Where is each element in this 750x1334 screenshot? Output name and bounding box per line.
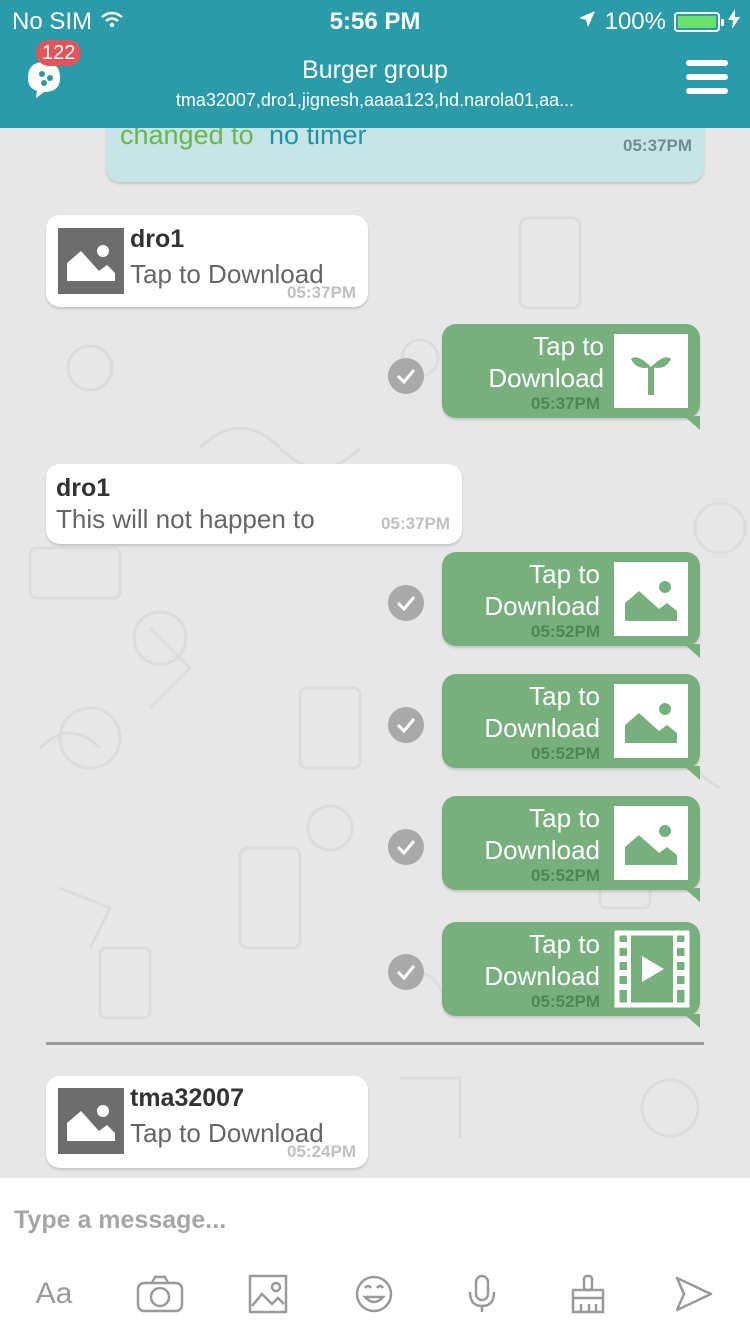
image-icon: [614, 684, 688, 758]
system-message: changed to no timer 05:37PM: [106, 128, 704, 182]
delivered-check-icon: [388, 585, 424, 621]
bubble-tail: [684, 766, 700, 780]
tap-to-label: Tap to: [533, 331, 604, 361]
message-input[interactable]: [14, 1200, 714, 1240]
image-icon: [614, 806, 688, 880]
sprout-icon: [614, 334, 688, 408]
image-placeholder-icon: [58, 1088, 124, 1154]
incoming-text-message[interactable]: dro1 This will not happen to 05:37PM: [46, 464, 462, 544]
message-time: 05:52PM: [531, 622, 600, 641]
download-label[interactable]: Download: [484, 834, 600, 866]
outgoing-file-message[interactable]: Tap to Download 05:52PM: [442, 552, 700, 646]
tap-to-label: Tap to: [529, 681, 600, 711]
status-bar: No SIM 5:56 PM 100%: [0, 0, 750, 40]
message-time: 05:37PM: [381, 514, 450, 533]
microphone-icon[interactable]: [458, 1274, 506, 1314]
message-time: 05:37PM: [623, 136, 692, 155]
outgoing-file-message[interactable]: Tap to Download 05:37PM: [442, 324, 700, 418]
emoji-icon[interactable]: [350, 1274, 398, 1314]
battery-icon: [674, 12, 724, 32]
incoming-image-message[interactable]: tma32007 Tap to Download 05:24PM: [46, 1076, 368, 1168]
group-members[interactable]: tma32007,dro1,jignesh,aaaa123,hd.narola0…: [150, 90, 600, 111]
image-icon: [614, 562, 688, 636]
location-arrow-icon: [577, 8, 597, 36]
battery-percent: 100%: [604, 8, 666, 35]
message-time: 05:24PM: [287, 1142, 356, 1161]
incoming-image-message[interactable]: dro1 Tap to Download 05:37PM: [46, 215, 368, 307]
download-label[interactable]: Download: [484, 712, 600, 744]
system-value: no timer: [269, 128, 367, 150]
bubble-tail: [684, 888, 700, 902]
sender-name: dro1: [56, 474, 111, 502]
sender-name: tma32007: [130, 1084, 244, 1112]
chat-header: 122 Burger group tma32007,dro1,jignesh,a…: [0, 40, 750, 128]
outgoing-file-message[interactable]: Tap to Download 05:52PM: [442, 922, 700, 1016]
text-format-button[interactable]: Aa: [30, 1274, 78, 1314]
image-placeholder-icon: [58, 228, 124, 294]
bubble-tail: [684, 416, 700, 430]
send-icon[interactable]: [670, 1274, 718, 1314]
chat-area[interactable]: changed to no timer 05:37PM dro1 Tap to …: [0, 128, 750, 1178]
delivered-check-icon: [388, 358, 424, 394]
camera-icon[interactable]: [136, 1274, 184, 1314]
download-label[interactable]: Download: [484, 590, 600, 622]
message-time: 05:37PM: [531, 394, 600, 413]
download-label[interactable]: Download: [484, 960, 600, 992]
message-time: 05:52PM: [531, 992, 600, 1011]
video-icon: [614, 930, 690, 1008]
message-time: 05:37PM: [287, 283, 356, 302]
message-time: 05:52PM: [531, 866, 600, 885]
unread-divider: [46, 1042, 704, 1045]
tap-to-label: Tap to: [529, 803, 600, 833]
tap-to-label: Tap to: [529, 929, 600, 959]
outgoing-file-message[interactable]: Tap to Download 05:52PM: [442, 796, 700, 890]
group-title[interactable]: Burger group: [0, 56, 750, 85]
delivered-check-icon: [388, 829, 424, 865]
delivered-check-icon: [388, 707, 424, 743]
download-label[interactable]: Download: [488, 362, 604, 394]
delivered-check-icon: [388, 954, 424, 990]
sender-name: dro1: [130, 225, 185, 253]
paint-brush-icon[interactable]: [564, 1274, 612, 1314]
system-prefix: changed to: [120, 128, 254, 150]
hamburger-menu-icon[interactable]: [686, 60, 728, 100]
outgoing-file-message[interactable]: Tap to Download 05:52PM: [442, 674, 700, 768]
bubble-tail: [684, 1014, 700, 1028]
composer: Aa: [0, 1178, 750, 1334]
gallery-icon[interactable]: [244, 1274, 292, 1314]
charging-bolt-icon: [728, 8, 740, 36]
message-text: This will not happen to: [56, 504, 315, 534]
composer-toolbar: Aa: [0, 1274, 750, 1314]
message-time: 05:52PM: [531, 744, 600, 763]
tap-to-label: Tap to: [529, 559, 600, 589]
bubble-tail: [684, 644, 700, 658]
top-bar: No SIM 5:56 PM 100% 122 Burger group tma…: [0, 0, 750, 128]
